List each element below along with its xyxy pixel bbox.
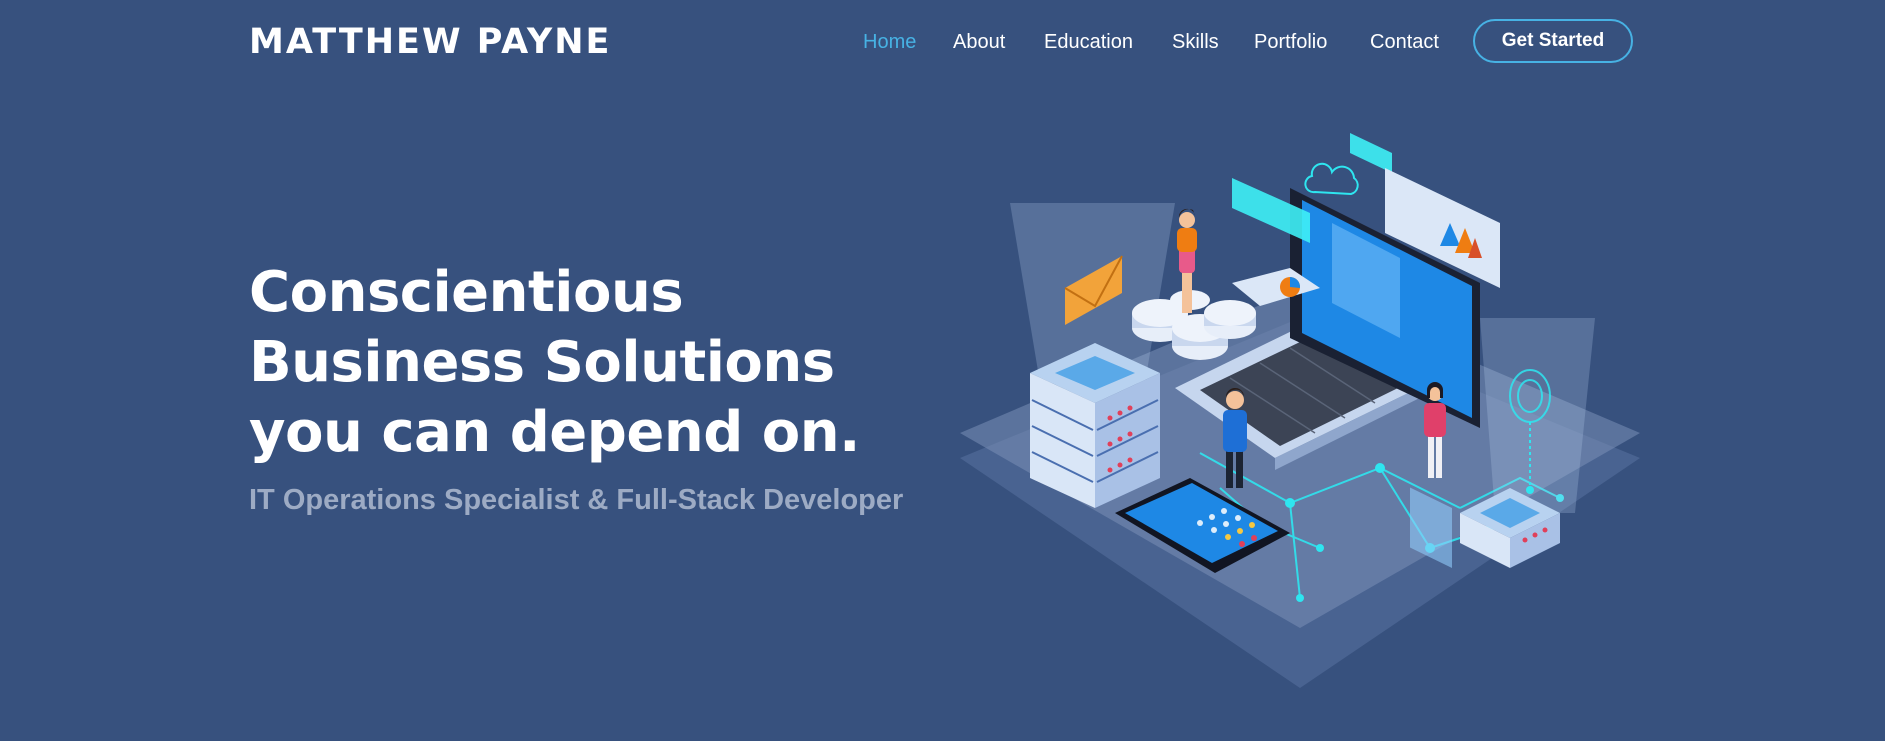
nav-about[interactable]: About [953, 22, 1005, 62]
isometric-it-infrastructure-icon [960, 128, 1640, 698]
nav-education[interactable]: Education [1044, 22, 1133, 62]
nav-contact[interactable]: Contact [1370, 22, 1439, 62]
hero-subtitle: IT Operations Specialist & Full-Stack De… [249, 484, 904, 516]
site-logo[interactable]: MATTHEW PAYNE [249, 20, 611, 64]
hero-title: Conscientious Business Solutions you can… [249, 260, 860, 465]
get-started-button[interactable]: Get Started [1473, 19, 1633, 63]
nav-home[interactable]: Home [863, 22, 916, 62]
nav-skills[interactable]: Skills [1172, 22, 1219, 62]
nav-portfolio[interactable]: Portfolio [1254, 22, 1327, 62]
site-header: MATTHEW PAYNE Home About Education Skill… [0, 0, 1885, 84]
